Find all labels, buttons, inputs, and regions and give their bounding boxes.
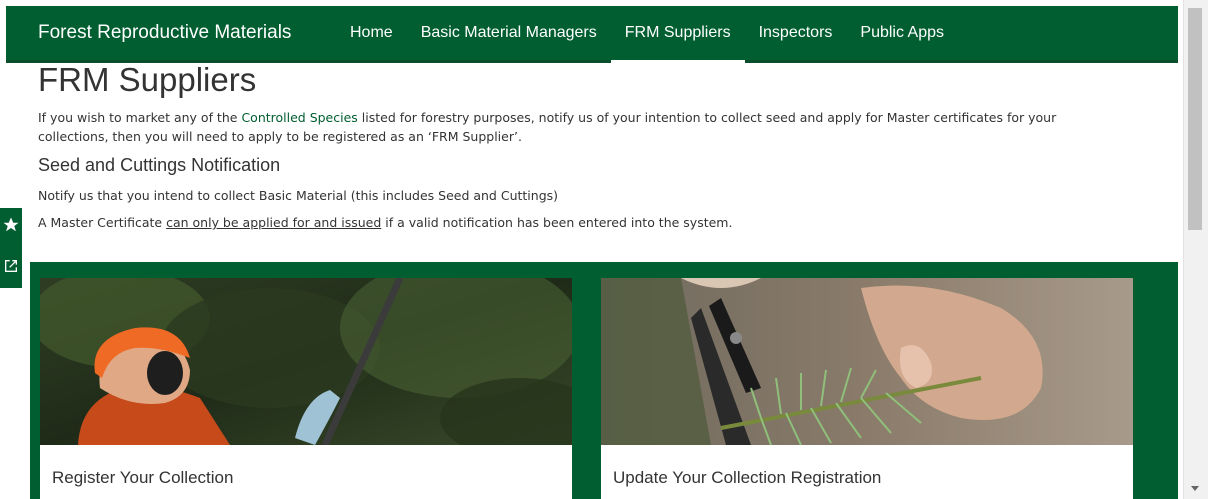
nav-basic-material-managers[interactable]: Basic Material Managers bbox=[407, 6, 611, 60]
top-navigation-bar: Forest Reproductive Materials Home Basic… bbox=[6, 6, 1178, 63]
secateurs-cutting-photo bbox=[601, 278, 1133, 445]
card-title-update[interactable]: Update Your Collection Registration bbox=[613, 468, 881, 488]
page-title: FRM Suppliers bbox=[38, 61, 257, 98]
nav-inspectors[interactable]: Inspectors bbox=[745, 6, 847, 60]
vertical-scrollbar[interactable] bbox=[1183, 0, 1208, 499]
intro-paragraph: If you wish to market any of the Control… bbox=[38, 108, 1123, 146]
register-collection-card[interactable]: Register Your Collection bbox=[40, 278, 572, 499]
section-heading: Seed and Cuttings Notification bbox=[38, 155, 281, 175]
main-nav: Home Basic Material Managers FRM Supplie… bbox=[336, 6, 958, 63]
cards-band: Register Your Collection Update Your Col… bbox=[30, 262, 1178, 499]
nav-public-apps[interactable]: Public Apps bbox=[846, 6, 958, 60]
page: Forest Reproductive Materials Home Basic… bbox=[0, 0, 1183, 499]
master-text-start: A Master Certificate bbox=[38, 215, 167, 230]
card-title-register[interactable]: Register Your Collection bbox=[52, 468, 233, 488]
star-icon[interactable] bbox=[2, 216, 20, 238]
scroll-down-arrow-icon[interactable] bbox=[1191, 486, 1199, 491]
share-icon[interactable] bbox=[2, 258, 20, 280]
site-brand[interactable]: Forest Reproductive Materials bbox=[38, 6, 291, 60]
nav-home[interactable]: Home bbox=[336, 6, 407, 60]
nav-frm-suppliers[interactable]: FRM Suppliers bbox=[610, 6, 745, 63]
intro-text-start: If you wish to market any of the bbox=[38, 110, 242, 125]
side-toolbar bbox=[0, 208, 22, 288]
update-collection-card[interactable]: Update Your Collection Registration bbox=[601, 278, 1133, 499]
master-text-end: if a valid notification has been entered… bbox=[381, 215, 733, 230]
main-content: FRM Suppliers If you wish to market any … bbox=[38, 60, 1163, 232]
controlled-species-link[interactable]: Controlled Species bbox=[241, 110, 357, 125]
forester-pruning-photo bbox=[40, 278, 572, 445]
scrollbar-thumb[interactable] bbox=[1188, 8, 1202, 230]
master-certificate-paragraph: A Master Certificate can only be applied… bbox=[38, 213, 1163, 232]
master-underlined-text: can only be applied for and issued bbox=[166, 215, 382, 230]
notify-paragraph: Notify us that you intend to collect Bas… bbox=[38, 188, 559, 203]
